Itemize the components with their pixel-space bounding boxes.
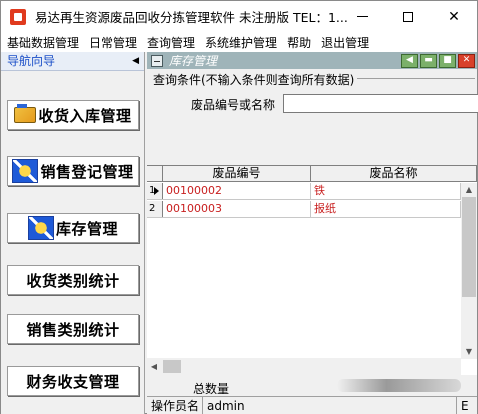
collapse-icon[interactable]: ◀ <box>132 52 139 71</box>
row-indicator: 2 <box>147 201 163 217</box>
nav-sales-stats-label: 销售类别统计 <box>26 320 120 339</box>
panel-back-button[interactable]: ◀ <box>401 53 418 68</box>
star-doc-icon <box>27 216 54 240</box>
nav-receiving-stats-button[interactable]: 收货类别统计 <box>7 265 139 295</box>
panel-maximize-button[interactable]: ■ <box>439 53 456 68</box>
main-window: 易达再生资源废品回收分拣管理软件 未注册版 TEL：1... ✕ 基础数据管理 … <box>0 0 478 414</box>
panel-menu-icon[interactable] <box>151 54 163 67</box>
total-quantity-label: 总数量 <box>193 382 230 396</box>
nav-receiving-button[interactable]: 收货入库管理 <box>7 100 139 130</box>
vertical-scroll-thumb[interactable] <box>462 197 476 297</box>
status-bar: 操作员名 admin E <box>147 396 477 414</box>
status-tail: E <box>461 399 469 413</box>
panel-minimize-button[interactable]: ▬ <box>420 53 437 68</box>
horizontal-scrollbar[interactable]: ◀ <box>147 358 461 375</box>
query-group: 查询条件(不输入条件则查询所有数据) 废品编号或名称 <box>147 69 478 165</box>
menu-daily[interactable]: 日常管理 <box>84 34 142 51</box>
inventory-panel: 库存管理 ◀ ▬ ■ ✕ 查询条件(不输入条件则查询所有数据) 废品编号或名称 … <box>147 52 478 414</box>
panel-title-bar: 库存管理 ◀ ▬ ■ ✕ <box>147 52 477 69</box>
cell-code[interactable]: 00100003 <box>163 201 311 217</box>
grid-header-indicator <box>147 166 163 181</box>
table-row[interactable]: 2 00100003 报纸 <box>147 201 461 218</box>
nav-finance-button[interactable]: 财务收支管理 <box>7 366 139 396</box>
grid-header-name[interactable]: 废品名称 <box>311 166 477 181</box>
total-quantity-value <box>337 379 461 392</box>
cell-name[interactable]: 铁 <box>311 183 461 199</box>
nav-sales-button[interactable]: 销售登记管理 <box>7 156 139 186</box>
minimize-button[interactable] <box>339 1 385 32</box>
table-row[interactable]: 1 00100002 铁 <box>147 183 461 200</box>
nav-header: 导航向导 ◀ <box>1 52 144 71</box>
maximize-button[interactable] <box>385 1 431 32</box>
operator-value: admin <box>203 397 457 414</box>
total-bar: 总数量 <box>147 376 477 396</box>
horizontal-scroll-thumb[interactable] <box>163 360 181 373</box>
inventory-grid: 废品编号 废品名称 1 00100002 铁 2 00100003 报纸 ▲ ▼… <box>147 165 477 375</box>
panel-title: 库存管理 <box>169 54 218 68</box>
grid-header: 废品编号 废品名称 <box>147 166 477 182</box>
app-logo-icon <box>10 8 26 25</box>
row-indicator: 1 <box>147 183 163 199</box>
nav-inventory-label: 库存管理 <box>55 219 118 238</box>
nav-sales-label: 销售登记管理 <box>40 162 134 181</box>
close-button[interactable]: ✕ <box>431 1 477 32</box>
scroll-down-icon[interactable]: ▼ <box>461 345 477 359</box>
menu-bar: 基础数据管理 日常管理 查询管理 系统维护管理 帮助 退出管理 <box>1 32 477 52</box>
nav-inventory-button[interactable]: 库存管理 <box>7 213 139 243</box>
nav-header-label: 导航向导 <box>7 54 56 68</box>
current-row-icon <box>154 187 159 195</box>
menu-query[interactable]: 查询管理 <box>142 34 200 51</box>
nav-receiving-stats-label: 收货类别统计 <box>26 271 120 290</box>
search-input[interactable] <box>283 94 478 113</box>
nav-finance-label: 财务收支管理 <box>26 372 120 391</box>
panel-close-button[interactable]: ✕ <box>458 53 475 68</box>
menu-system[interactable]: 系统维护管理 <box>200 34 282 51</box>
window-title: 易达再生资源废品回收分拣管理软件 未注册版 TEL：1... <box>35 10 348 25</box>
maximize-icon <box>403 11 413 22</box>
row-number: 2 <box>149 203 156 214</box>
menu-exit[interactable]: 退出管理 <box>316 34 374 51</box>
nav-sales-stats-button[interactable]: 销售类别统计 <box>7 314 139 344</box>
menu-basic-data[interactable]: 基础数据管理 <box>1 34 84 51</box>
cell-code[interactable]: 00100002 <box>163 183 311 199</box>
nav-panel: 导航向导 ◀ 收货入库管理 销售登记管理 库存管理 收货类别统计 销售类别统计 … <box>1 52 145 414</box>
operator-label: 操作员名 <box>147 397 203 414</box>
vertical-scrollbar[interactable]: ▲ ▼ <box>461 183 477 359</box>
query-legend: 查询条件(不输入条件则查询所有数据) <box>153 73 355 87</box>
star-doc-icon <box>12 159 39 183</box>
query-divider <box>357 78 475 79</box>
nav-receiving-label: 收货入库管理 <box>38 106 132 125</box>
scroll-left-icon[interactable]: ◀ <box>147 358 161 375</box>
menu-help[interactable]: 帮助 <box>282 34 316 51</box>
minimize-icon <box>356 16 368 17</box>
scroll-up-icon[interactable]: ▲ <box>461 183 477 197</box>
query-field-label: 废品编号或名称 <box>191 98 276 112</box>
cell-name[interactable]: 报纸 <box>311 201 461 217</box>
grid-header-code[interactable]: 废品编号 <box>163 166 311 181</box>
folder-icon <box>14 104 37 123</box>
title-bar: 易达再生资源废品回收分拣管理软件 未注册版 TEL：1... ✕ <box>1 1 477 32</box>
